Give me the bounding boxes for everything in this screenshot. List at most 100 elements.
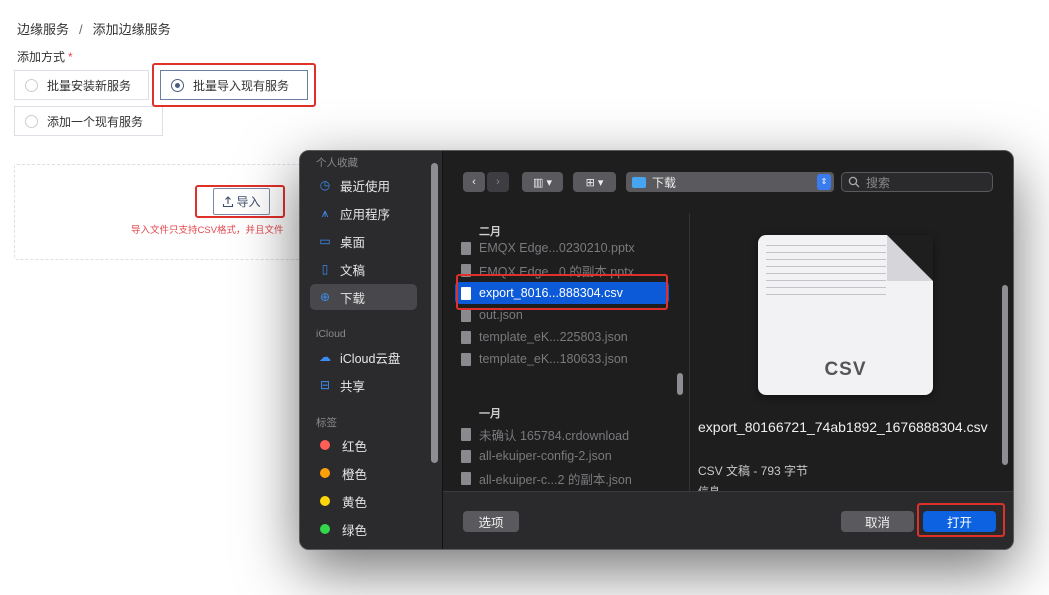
- csv-file-icon: [461, 286, 471, 300]
- radio-label: 批量导入现有服务: [193, 78, 290, 93]
- radio-label: 批量安装新服务: [47, 78, 132, 93]
- sidebar-item-label: 橙色: [342, 467, 368, 482]
- options-button-label: 选项: [478, 516, 504, 530]
- document-icon: ▯: [321, 262, 329, 276]
- search-placeholder: 搜索: [866, 175, 891, 190]
- radio-add-one-existing[interactable]: 添加一个现有服务: [14, 106, 163, 136]
- sidebar-tag-yellow[interactable]: 黄色: [310, 488, 417, 514]
- options-button[interactable]: 选项: [463, 511, 519, 532]
- file-item[interactable]: template_eK...225803.json: [455, 326, 669, 348]
- file-group-january: 一月: [479, 408, 501, 420]
- preview-scrollbar[interactable]: [1002, 285, 1008, 465]
- page-fold-icon: [887, 235, 933, 281]
- sidebar-scrollbar[interactable]: [431, 163, 438, 463]
- preview-pane: CSV export_80166721_74ab1892_1676888304.…: [691, 213, 1013, 491]
- search-input[interactable]: 搜索: [841, 172, 993, 192]
- required-mark: *: [68, 50, 73, 64]
- pptx-file-icon: [461, 263, 471, 277]
- dialog-sidebar: 个人收藏 ◷ 最近使用 ⩚ 应用程序 ▭ 桌面 ▯ 文稿 ⊕ 下载 iCloud ☁ iCl…: [300, 151, 443, 549]
- upload-icon: [223, 195, 234, 207]
- red-dot-icon: [320, 440, 330, 450]
- clock-icon: ◷: [319, 178, 331, 192]
- breadcrumb-parent-link[interactable]: 边缘服务: [17, 22, 69, 37]
- sidebar-tag-red[interactable]: 红色: [310, 432, 417, 458]
- chevron-updown-icon: ⇕: [817, 174, 831, 190]
- breadcrumb-separator: /: [79, 22, 83, 37]
- import-button-label: 导入: [236, 195, 261, 209]
- view-columns-button[interactable]: ▥ ▾: [522, 172, 563, 192]
- file-item[interactable]: all-ekuiper-config-2.json: [455, 445, 669, 467]
- cancel-button-label: 取消: [864, 516, 890, 530]
- group-menu-button[interactable]: ⊞ ▾: [573, 172, 616, 192]
- radio-checked-icon: [171, 79, 184, 92]
- file-list-scrollbar[interactable]: [677, 373, 683, 395]
- radio-bulk-install-new[interactable]: 批量安装新服务: [14, 70, 149, 100]
- sidebar-item-applications[interactable]: ⩚ 应用程序: [310, 200, 417, 226]
- dialog-toolbar: ‹ › ▥ ▾ ⊞ ▾ 下载 ⇕ 搜索: [443, 151, 1013, 213]
- file-open-dialog: 个人收藏 ◷ 最近使用 ⩚ 应用程序 ▭ 桌面 ▯ 文稿 ⊕ 下载 iCloud ☁ iCl…: [299, 150, 1014, 550]
- document-lines: [766, 245, 886, 301]
- cloud-icon: ☁: [319, 350, 331, 364]
- file-item[interactable]: EMQX Edge...0 的副本.pptx: [455, 259, 669, 281]
- cancel-button[interactable]: 取消: [841, 511, 914, 532]
- sidebar-section-icloud: iCloud: [316, 328, 346, 340]
- file-item[interactable]: all-ekuiper-c...2 的副本.json: [455, 467, 669, 489]
- breadcrumb-current: 添加边缘服务: [92, 22, 171, 37]
- apps-icon: ⩚: [321, 205, 329, 220]
- radio-circle-icon: [25, 115, 38, 128]
- back-button[interactable]: ‹: [463, 172, 485, 192]
- sidebar-section-favorites: 个人收藏: [316, 157, 358, 169]
- document-extension: CSV: [824, 359, 867, 380]
- sidebar-item-label: 下载: [340, 291, 366, 306]
- file-name: template_eK...225803.json: [479, 330, 628, 344]
- radio-circle-icon: [25, 79, 38, 92]
- file-name: EMQX Edge...0 的副本.pptx: [479, 264, 634, 279]
- sidebar-item-icloud-drive[interactable]: ☁ iCloud云盘: [310, 344, 417, 370]
- sidebar-item-recents[interactable]: ◷ 最近使用: [310, 172, 417, 198]
- file-name: out.json: [479, 308, 523, 322]
- sidebar-item-documents[interactable]: ▯ 文稿: [310, 256, 417, 282]
- dialog-footer: 选项 取消 打开: [443, 491, 1013, 549]
- columns-view-icon: ▥ ▾: [533, 176, 552, 189]
- sidebar-item-label: 应用程序: [340, 207, 391, 222]
- pptx-file-icon: [461, 241, 471, 255]
- chevron-right-icon: ›: [496, 176, 500, 188]
- radio-bulk-import-existing[interactable]: 批量导入现有服务: [160, 70, 308, 100]
- sidebar-tag-green[interactable]: 绿色: [310, 516, 417, 542]
- sidebar-item-shared[interactable]: ⊟ 共享: [310, 372, 417, 398]
- json-file-icon: [461, 449, 471, 463]
- open-button[interactable]: 打开: [923, 511, 996, 532]
- json-file-icon: [461, 308, 471, 322]
- open-button-label: 打开: [946, 516, 972, 530]
- folder-icon: [632, 176, 646, 188]
- preview-more-label: 信息: [698, 483, 720, 491]
- download-icon: ⊕: [319, 290, 331, 304]
- sidebar-item-desktop[interactable]: ▭ 桌面: [310, 228, 417, 254]
- file-item[interactable]: template_eK...180633.json: [455, 348, 669, 370]
- location-label: 下载: [652, 175, 677, 190]
- yellow-dot-icon: [320, 496, 330, 506]
- grid-icon: ⊞ ▾: [585, 176, 604, 189]
- sidebar-item-label: 共享: [340, 379, 366, 394]
- file-item[interactable]: EMQX Edge...0230210.pptx: [455, 237, 669, 259]
- json-file-icon: [461, 471, 471, 485]
- search-icon: [848, 176, 860, 188]
- sidebar-item-label: 桌面: [340, 235, 366, 250]
- file-name: all-ekuiper-config-2.json: [479, 449, 612, 463]
- json-file-icon: [461, 352, 471, 366]
- file-item[interactable]: 未确认 165784.crdownload: [455, 423, 669, 445]
- download-file-icon: [461, 427, 471, 441]
- import-button[interactable]: 导入: [213, 188, 270, 215]
- forward-button[interactable]: ›: [487, 172, 509, 192]
- sidebar-item-downloads[interactable]: ⊕ 下载: [310, 284, 417, 310]
- file-name: export_8016...888304.csv: [479, 286, 623, 300]
- preview-filename: export_80166721_74ab1892_1676888304.csv: [698, 419, 988, 435]
- location-popup[interactable]: 下载 ⇕: [626, 172, 834, 192]
- file-item[interactable]: out.json: [455, 304, 669, 326]
- sidebar-item-label: 绿色: [342, 523, 368, 538]
- sidebar-item-label: 红色: [342, 439, 368, 454]
- file-item-selected[interactable]: export_8016...888304.csv: [455, 282, 669, 304]
- sidebar-tag-orange[interactable]: 橙色: [310, 460, 417, 486]
- sidebar-item-label: 最近使用: [340, 179, 391, 194]
- file-name: 未确认 165784.crdownload: [479, 428, 630, 443]
